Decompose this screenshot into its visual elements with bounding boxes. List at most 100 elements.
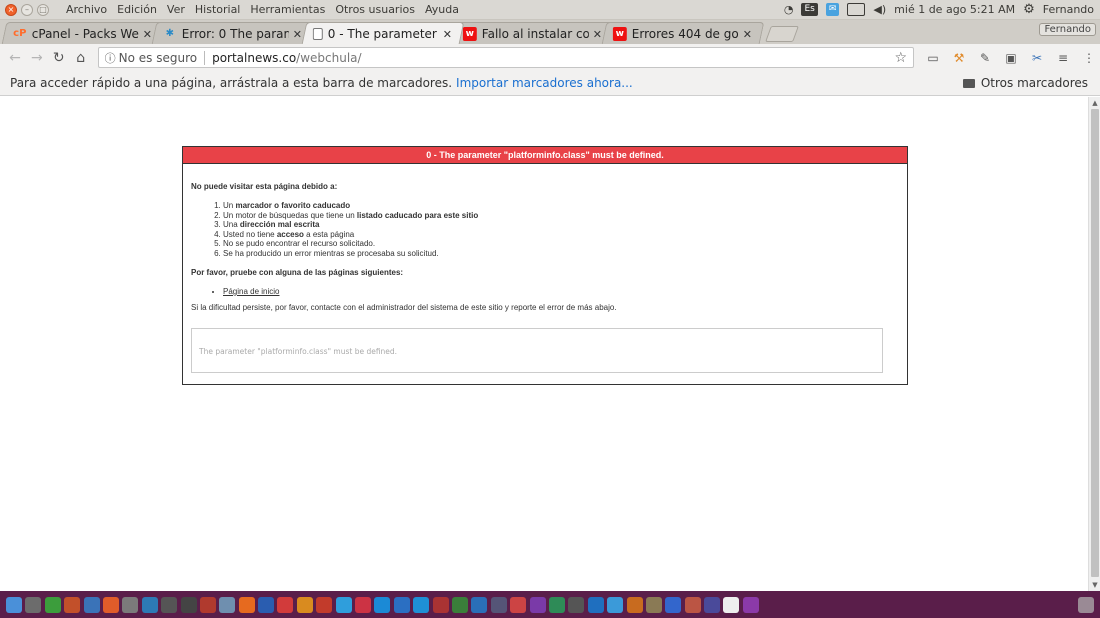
launcher-app-icon[interactable]	[490, 596, 507, 613]
scroll-thumb[interactable]	[1091, 109, 1099, 577]
import-bookmarks-link[interactable]: Importar marcadores ahora...	[456, 76, 633, 90]
eyedropper-icon[interactable]: ✎	[978, 51, 992, 65]
extension-hammer-icon[interactable]: ⚒	[952, 51, 966, 65]
launcher-app-icon[interactable]	[548, 596, 565, 613]
clock[interactable]: mié 1 de ago 5:21 AM	[894, 3, 1015, 16]
launcher-app-icon[interactable]	[355, 596, 372, 613]
tab-joomla-error[interactable]: ✱ Error: 0 The parame ✕	[151, 22, 315, 44]
launcher-app-icon[interactable]	[180, 596, 197, 613]
launcher-app-icon[interactable]	[258, 596, 275, 613]
launcher-app-icon[interactable]	[742, 596, 759, 613]
list-icon[interactable]: ≡	[1056, 51, 1070, 65]
launcher-app-icon[interactable]	[161, 596, 178, 613]
launcher-app-icon[interactable]	[684, 596, 701, 613]
bookmark-star-icon[interactable]: ☆	[894, 50, 907, 66]
menu-edicion[interactable]: Edición	[112, 3, 162, 16]
user-name[interactable]: Fernando	[1043, 3, 1094, 16]
home-page-link[interactable]: Página de inicio	[223, 287, 279, 296]
launcher-app-icon[interactable]	[141, 596, 158, 613]
launcher-app-icon[interactable]	[645, 596, 662, 613]
session-gear-icon[interactable]: ⚙	[1023, 2, 1035, 17]
launcher-app-icon[interactable]	[44, 596, 61, 613]
menu-historial[interactable]: Historial	[190, 3, 245, 16]
launcher-app-icon[interactable]	[64, 596, 81, 613]
launcher-app-icon[interactable]	[219, 596, 236, 613]
launcher-app-icon[interactable]	[413, 596, 430, 613]
top-panel: × – □ Archivo Edición Ver Historial Herr…	[0, 0, 1100, 20]
maximize-window-button[interactable]: □	[37, 3, 49, 16]
close-icon[interactable]: ✕	[143, 27, 153, 40]
vertical-scrollbar[interactable]: ▲ ▼	[1088, 97, 1100, 591]
home-icon[interactable]: ⌂	[70, 50, 92, 66]
launcher-app-icon[interactable]	[510, 596, 527, 613]
address-bar[interactable]: ⓘ No es seguro portalnews.co/webchula/ ☆	[97, 47, 915, 68]
joomla-icon: ✱	[165, 27, 175, 39]
back-arrow-icon[interactable]: ←	[4, 50, 26, 66]
launcher-app-icon[interactable]	[471, 596, 488, 613]
launcher-app-icon[interactable]	[529, 596, 546, 613]
launcher-app-icon[interactable]	[316, 596, 333, 613]
launcher-app-icon[interactable]	[238, 596, 255, 613]
launcher-app-icon[interactable]	[393, 596, 410, 613]
security-status[interactable]: No es seguro	[119, 51, 197, 65]
launcher-app-icon[interactable]	[704, 596, 721, 613]
launcher-app-icon[interactable]	[122, 596, 139, 613]
launcher-app-icon[interactable]	[6, 596, 22, 613]
launcher-app-icon[interactable]	[25, 596, 42, 613]
launcher-app-icon[interactable]	[374, 596, 391, 613]
trash-icon[interactable]	[1078, 596, 1094, 613]
menu-ver[interactable]: Ver	[162, 3, 190, 16]
tab-errores-404[interactable]: w Errores 404 de goog ✕	[601, 22, 765, 44]
list-item: Página de inicio	[223, 287, 899, 297]
battery-icon[interactable]	[847, 3, 866, 16]
menu-ayuda[interactable]: Ayuda	[420, 3, 464, 16]
volume-icon[interactable]: ◀)	[873, 3, 886, 16]
divider	[204, 50, 206, 65]
new-tab-button[interactable]	[765, 26, 799, 42]
launcher-app-icon[interactable]	[665, 596, 682, 613]
launcher-app-icon[interactable]	[432, 596, 449, 613]
bookmarks-bar: Para acceder rápido a una página, arrást…	[0, 71, 1100, 96]
launcher-app-icon[interactable]	[723, 596, 740, 613]
menu-kebab-icon[interactable]: ⋮	[1082, 51, 1096, 65]
wifi-icon[interactable]: ◔	[784, 3, 794, 16]
launcher-app-icon[interactable]	[626, 596, 643, 613]
close-icon[interactable]: ✕	[743, 27, 753, 40]
launcher-app-icon[interactable]	[199, 596, 216, 613]
menu-otros-usuarios[interactable]: Otros usuarios	[330, 3, 420, 16]
scissors-icon[interactable]: ✂	[1030, 51, 1044, 65]
tab-title: cPanel - Packs Webe	[31, 26, 139, 41]
cast-icon[interactable]: ▭	[926, 51, 940, 65]
launcher-app-icon[interactable]	[607, 596, 624, 613]
minimize-window-button[interactable]: –	[21, 3, 33, 16]
close-icon[interactable]: ✕	[443, 27, 453, 40]
extension-box-icon[interactable]: ▣	[1004, 51, 1018, 65]
launcher-app-icon[interactable]	[83, 596, 100, 613]
close-icon[interactable]: ✕	[593, 27, 603, 40]
close-window-button[interactable]: ×	[5, 3, 17, 16]
menu-herramientas[interactable]: Herramientas	[245, 3, 330, 16]
tab-fallo-instalar[interactable]: w Fallo al instalar com ✕	[451, 22, 615, 44]
profile-badge[interactable]: Fernando	[1039, 23, 1096, 36]
keyboard-layout-indicator[interactable]: Es	[801, 3, 818, 16]
other-bookmarks-button[interactable]: Otros marcadores	[962, 76, 1100, 90]
tab-active-error[interactable]: 0 - The parameter "p ✕	[301, 22, 465, 44]
list-item: Un marcador o favorito caducado	[223, 201, 899, 211]
forward-arrow-icon[interactable]: →	[26, 50, 48, 66]
launcher-app-icon[interactable]	[451, 596, 468, 613]
info-icon[interactable]: ⓘ	[105, 50, 116, 66]
reload-icon[interactable]: ↻	[48, 50, 70, 66]
launcher-app-icon[interactable]	[277, 596, 294, 613]
tab-cpanel[interactable]: cP cPanel - Packs Webe ✕	[1, 22, 165, 44]
mail-icon[interactable]: ✉	[825, 3, 840, 16]
list-item: Un motor de búsquedas que tiene un lista…	[223, 211, 899, 221]
launcher-app-icon[interactable]	[102, 596, 119, 613]
launcher-app-icon[interactable]	[335, 596, 352, 613]
launcher-app-icon[interactable]	[296, 596, 313, 613]
scroll-up-arrow-icon[interactable]: ▲	[1089, 97, 1100, 109]
launcher-app-icon[interactable]	[568, 596, 585, 613]
menu-archivo[interactable]: Archivo	[61, 3, 112, 16]
close-icon[interactable]: ✕	[293, 27, 303, 40]
scroll-down-arrow-icon[interactable]: ▼	[1089, 579, 1100, 591]
launcher-app-icon[interactable]	[587, 596, 604, 613]
